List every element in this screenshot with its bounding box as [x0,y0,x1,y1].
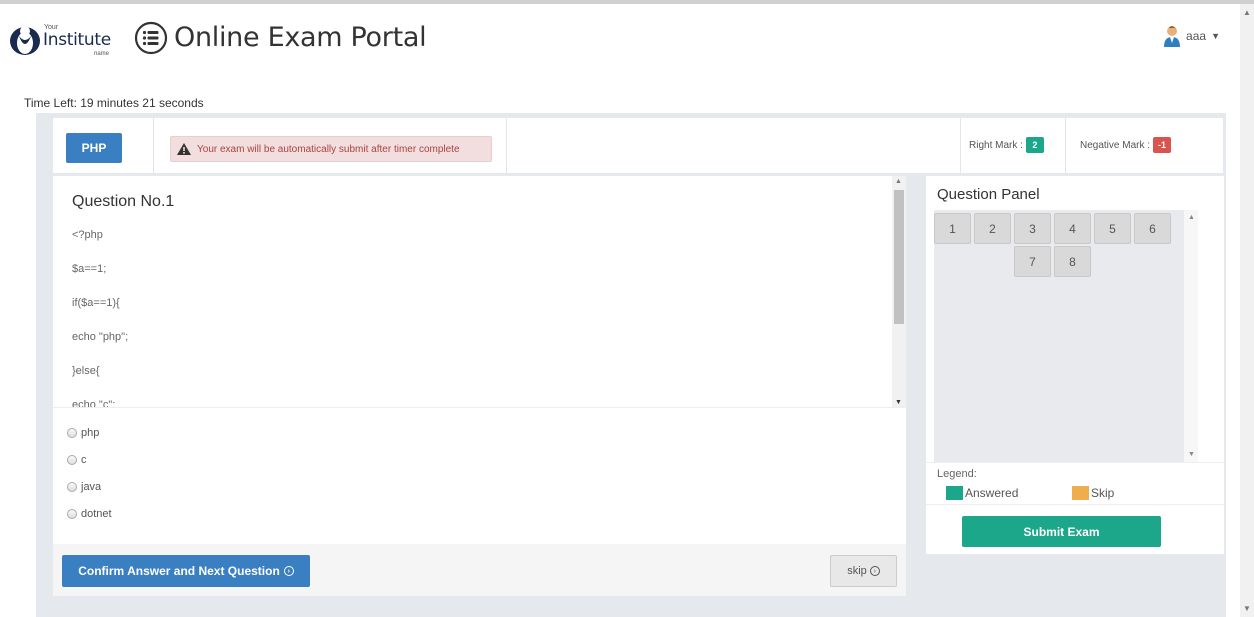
legend: Legend: Answered Skip [926,462,1224,504]
question-panel-title: Question Panel [937,186,1040,203]
scroll-down-icon[interactable]: ▼ [895,399,902,406]
question-number-button[interactable]: 8 [1054,246,1091,277]
code-line: <?php [72,229,103,241]
warning-icon [177,143,191,155]
radio-button[interactable] [67,428,77,438]
legend-label: Legend: [937,468,977,480]
divider [926,504,1224,505]
question-number-button[interactable]: 4 [1054,213,1091,244]
user-name: aaa [1186,29,1207,43]
user-menu[interactable]: aaa ▼ [1163,24,1220,48]
list-icon [134,21,168,55]
right-mark: Right Mark : 2 [969,137,1044,153]
negative-mark: Negative Mark : -1 [1080,137,1172,153]
option-php[interactable]: php [67,427,99,439]
page-scrollbar[interactable]: ▲ ▼ [1240,4,1254,617]
arrow-circle-right-icon: › [869,566,880,576]
exam-area: PHP Your exam will be automatically subm… [36,113,1226,617]
user-avatar-icon [1164,26,1181,47]
app-header: Your Institute name Online Exam Portal a… [0,4,1240,72]
scroll-down-icon[interactable]: ▼ [1243,604,1251,613]
scrollbar-thumb[interactable] [894,190,904,324]
negative-mark-label: Negative Mark : [1080,139,1151,151]
right-mark-label: Right Mark : [969,139,1023,151]
panel-scrollbar[interactable]: ▲ ▼ [1184,210,1198,462]
question-panel: Question Panel 1 2 3 4 5 6 7 8 ▲ ▼ Legen… [926,176,1224,554]
negative-mark-badge: -1 [1153,137,1172,153]
submit-exam-button[interactable]: Submit Exam [962,516,1161,547]
legend-answered: Answered [946,486,1018,500]
radio-button[interactable] [67,482,77,492]
option-java[interactable]: java [67,481,101,493]
code-line: echo "php"; [72,331,129,343]
question-number-button[interactable]: 5 [1094,213,1131,244]
option-label: java [81,481,102,493]
legend-skip-label: Skip [1091,486,1115,500]
skip-swatch [1072,486,1089,500]
arrow-circle-right-icon: › [283,566,294,576]
question-number-button[interactable]: 1 [934,213,971,244]
main-content: Time Left: 19 minutes 21 seconds PHP You… [16,78,1236,617]
scroll-up-icon[interactable]: ▲ [1188,214,1195,221]
alert-text: Your exam will be automatically submit a… [197,143,460,155]
option-c[interactable]: c [67,454,87,466]
question-number-button[interactable]: 6 [1134,213,1171,244]
question-number-button[interactable]: 3 [1014,213,1051,244]
question-card: Question No.1 <?php $a==1; if($a==1){ ec… [53,176,906,544]
option-label: c [81,454,87,466]
skip-button[interactable]: skip › [830,555,897,587]
confirm-label: Confirm Answer and Next Question [78,564,280,578]
institute-logo[interactable]: Your Institute name [8,18,120,60]
question-body[interactable]: Question No.1 <?php $a==1; if($a==1){ ec… [53,176,906,408]
radio-button[interactable] [67,509,77,519]
legend-skip: Skip [1072,486,1114,500]
code-line: $a==1; [72,263,107,275]
time-left: Time Left: 19 minutes 21 seconds [24,96,204,110]
question-number-button[interactable]: 2 [974,213,1011,244]
divider [153,118,154,173]
logo-mark-icon [10,26,40,55]
scroll-up-icon[interactable]: ▲ [895,178,902,185]
option-dotnet[interactable]: dotnet [67,508,112,520]
question-number-button[interactable]: 7 [1014,246,1051,277]
logo-name-text: name [94,51,110,57]
subject-button[interactable]: PHP [66,133,122,163]
divider [506,118,507,173]
question-title: Question No.1 [72,193,175,210]
answered-swatch [946,486,963,500]
page-title: Online Exam Portal [174,22,427,53]
divider [1065,118,1066,173]
right-mark-badge: 2 [1025,137,1044,153]
exam-topbar: PHP Your exam will be automatically subm… [53,118,1223,173]
divider [960,118,961,173]
radio-button[interactable] [67,455,77,465]
legend-answered-label: Answered [965,486,1019,500]
chevron-down-icon: ▼ [1211,31,1220,41]
code-line: if($a==1){ [72,297,120,309]
code-line: }else{ [72,365,100,377]
question-grid: 1 2 3 4 5 6 7 8 [934,210,1184,462]
question-scrollbar[interactable]: ▲ ▼ [892,176,906,407]
option-label: php [81,427,100,439]
answer-options: php c java dotnet [61,416,899,544]
option-label: dotnet [81,508,112,520]
timer-warning-alert: Your exam will be automatically submit a… [170,136,492,162]
scroll-up-icon[interactable]: ▲ [1243,8,1251,17]
skip-label: skip [847,565,867,577]
scroll-down-icon[interactable]: ▼ [1188,451,1195,458]
question-footer: Confirm Answer and Next Question › skip … [53,544,906,596]
confirm-next-button[interactable]: Confirm Answer and Next Question › [62,555,310,587]
logo-institute-text: Institute [43,30,111,50]
code-line: echo "c"; [72,399,116,408]
